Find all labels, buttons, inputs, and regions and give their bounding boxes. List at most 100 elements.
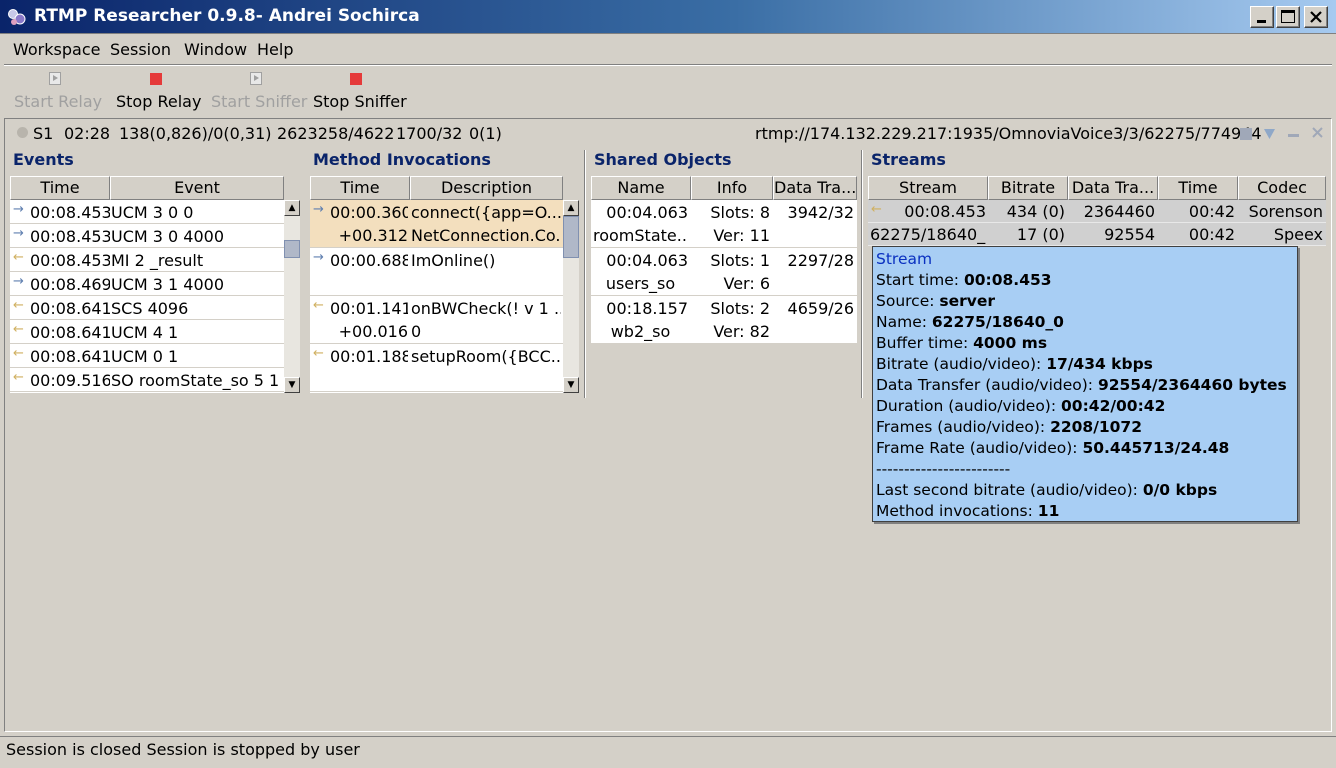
column-info[interactable]: Info xyxy=(691,176,773,200)
shared-object-time: 00:18.157 xyxy=(606,299,688,318)
status-text: Session is closed Session is stopped by … xyxy=(6,740,360,759)
table-row[interactable]: 00:04.063 users_so Slots: 1 Ver: 6 2297/28 xyxy=(591,248,857,296)
minimize-button[interactable] xyxy=(1250,6,1274,28)
column-time[interactable]: Time xyxy=(1158,176,1238,200)
scroll-down-icon[interactable]: ▼ xyxy=(284,377,300,393)
shared-object-data: 2297/28 xyxy=(787,251,854,270)
menu-help[interactable]: Help xyxy=(257,40,293,59)
session-url: rtmp://174.132.229.217:1935/OmnoviaVoice… xyxy=(755,124,1262,143)
column-time[interactable]: Time xyxy=(10,176,110,200)
stream-bitrate: 434 (0) xyxy=(1006,202,1065,221)
events-scrollbar[interactable]: ▲ ▼ xyxy=(284,200,300,393)
column-data-transfer[interactable]: Data Tra... xyxy=(773,176,857,200)
table-row[interactable]: ← 00:01.141 +00.016 onBWCheck(! v 1 ... 0 xyxy=(310,296,563,344)
stop-relay-label: Stop Relay xyxy=(116,92,202,111)
tooltip-label: Source: xyxy=(876,292,940,310)
stop-icon xyxy=(150,73,162,85)
event-time: 00:08.641 xyxy=(30,347,110,366)
table-row[interactable]: ← 00:08.641 UCM 0 1 xyxy=(10,344,284,368)
table-row[interactable]: 00:04.063 roomState... Slots: 8 Ver: 11 3942… xyxy=(591,200,857,248)
table-row[interactable]: → 00:00.688 ImOnline() xyxy=(310,248,563,296)
scroll-thumb[interactable] xyxy=(563,216,579,258)
event-time: 00:08.453 xyxy=(30,227,110,246)
table-row[interactable]: ← 00:08.453 434 (0) 2364460 00:42 Sorenson xyxy=(868,200,1326,223)
incoming-arrow-icon: ← xyxy=(313,346,324,361)
streams-table-header: Stream Bitrate Data Tra... Time Codec xyxy=(868,176,1326,200)
tooltip-line: Last second bitrate (audio/video): 0/0 k… xyxy=(876,480,1294,501)
tooltip-label: Data Transfer (audio/video): xyxy=(876,376,1098,394)
stream-bitrate: 17 (0) xyxy=(1016,225,1065,244)
table-row[interactable]: → 00:08.469 UCM 3 1 4000 xyxy=(10,272,284,296)
shared-object-data: 3942/32 xyxy=(787,203,854,222)
play-icon xyxy=(49,72,61,85)
outgoing-arrow-icon: → xyxy=(13,274,24,289)
table-row[interactable]: 62275/18640_0 17 (0) 92554 00:42 Speex xyxy=(868,223,1326,246)
table-row[interactable]: ← 00:08.453 MI 2 _result xyxy=(10,248,284,272)
shared-object-slots: Slots: 1 xyxy=(710,251,770,270)
event-name: SCS 4096 xyxy=(111,299,189,318)
tooltip-label: Duration (audio/video): xyxy=(876,397,1062,415)
shared-object-data: 4659/26 xyxy=(787,299,854,318)
table-row[interactable]: → 00:08.453 UCM 3 0 0 xyxy=(10,200,284,224)
column-codec[interactable]: Codec xyxy=(1238,176,1326,200)
shared-object-time: 00:04.063 xyxy=(606,203,688,222)
column-event[interactable]: Event xyxy=(110,176,284,200)
scroll-up-icon[interactable]: ▲ xyxy=(563,200,579,216)
table-row[interactable]: → 00:08.453 UCM 3 0 4000 xyxy=(10,224,284,248)
method-duration: +00.016 xyxy=(338,322,408,341)
tooltip-label: Bitrate (audio/video): xyxy=(876,355,1047,373)
column-data-transfer[interactable]: Data Tra... xyxy=(1068,176,1158,200)
method-description: setupRoom({BCC... xyxy=(411,347,561,366)
menu-session[interactable]: Session xyxy=(110,40,171,59)
column-name[interactable]: Name xyxy=(591,176,691,200)
column-bitrate[interactable]: Bitrate xyxy=(988,176,1068,200)
close-icon xyxy=(1310,11,1322,23)
events-table-body: → 00:08.453 UCM 3 0 0 → 00:08.453 UCM 3 0 400… xyxy=(10,200,284,393)
scroll-thumb[interactable] xyxy=(284,240,300,258)
tooltip-value: 4000 ms xyxy=(973,334,1048,352)
shared-objects-title: Shared Objects xyxy=(594,150,732,169)
table-row[interactable]: 00:18.157 wb2_so Slots: 2 Ver: 82 4659/26 xyxy=(591,296,857,344)
scroll-down-icon[interactable]: ▼ xyxy=(563,377,579,393)
shared-object-name: users_so xyxy=(605,274,676,293)
column-time[interactable]: Time xyxy=(310,176,410,200)
window-title: RTMP Researcher 0.9.8- Andrei Sochirca xyxy=(34,6,420,26)
maximize-button[interactable] xyxy=(1276,6,1300,28)
methods-scrollbar[interactable]: ▲ ▼ xyxy=(563,200,579,393)
table-row[interactable]: ← 00:08.641 SCS 4096 xyxy=(10,296,284,320)
close-panel-icon[interactable] xyxy=(1311,126,1324,139)
session-rate: 1700/32 xyxy=(396,124,463,143)
event-time: 00:08.641 xyxy=(30,323,110,342)
method-time: 00:01.188 xyxy=(330,347,408,366)
shared-object-time: 00:04.063 xyxy=(606,251,688,270)
tooltip-value: 00:42/00:42 xyxy=(1061,397,1166,415)
stream-name: 62275/18640_0 xyxy=(870,225,986,244)
method-description: connect({app=O... xyxy=(411,203,561,222)
event-name: UCM 3 0 0 xyxy=(111,203,194,222)
column-description[interactable]: Description xyxy=(410,176,563,200)
tooltip-line: Data Transfer (audio/video): 92554/23644… xyxy=(876,375,1294,396)
session-status-icon xyxy=(17,127,28,138)
restore-panel-icon[interactable] xyxy=(1240,128,1252,140)
outgoing-arrow-icon: → xyxy=(13,202,24,217)
event-name: SO roomState_so 5 1 xyxy=(111,371,280,390)
tooltip-line: Frame Rate (audio/video): 50.445713/24.4… xyxy=(876,438,1294,459)
tooltip-label: Method invocations: xyxy=(876,502,1038,520)
method-description: onBWCheck(! v 1 ... xyxy=(411,299,561,318)
menu-window[interactable]: Window xyxy=(184,40,247,59)
table-row[interactable]: ← 00:01.188 setupRoom({BCC... xyxy=(310,344,563,392)
stream-tooltip: Stream Start time: 00:08.453 Source: serv… xyxy=(872,246,1298,522)
close-button[interactable] xyxy=(1304,6,1328,28)
shared-object-slots: Slots: 2 xyxy=(710,299,770,318)
scroll-up-icon[interactable]: ▲ xyxy=(284,200,300,216)
dropdown-icon[interactable] xyxy=(1263,128,1276,140)
session-bytes: 2623258/4622 xyxy=(277,124,395,143)
column-stream[interactable]: Stream xyxy=(868,176,988,200)
table-row[interactable]: → 00:00.360 +00.312 connect({app=O... NetCon… xyxy=(310,200,563,248)
table-row[interactable]: ← 00:08.641 UCM 4 1 xyxy=(10,320,284,344)
shared-object-name: wb2_so xyxy=(610,322,671,341)
app-icon xyxy=(8,9,26,25)
menu-workspace[interactable]: Workspace xyxy=(13,40,100,59)
table-row[interactable]: ← 00:09.516 SO roomState_so 5 1 xyxy=(10,368,284,392)
minimize-panel-icon[interactable] xyxy=(1288,134,1299,137)
